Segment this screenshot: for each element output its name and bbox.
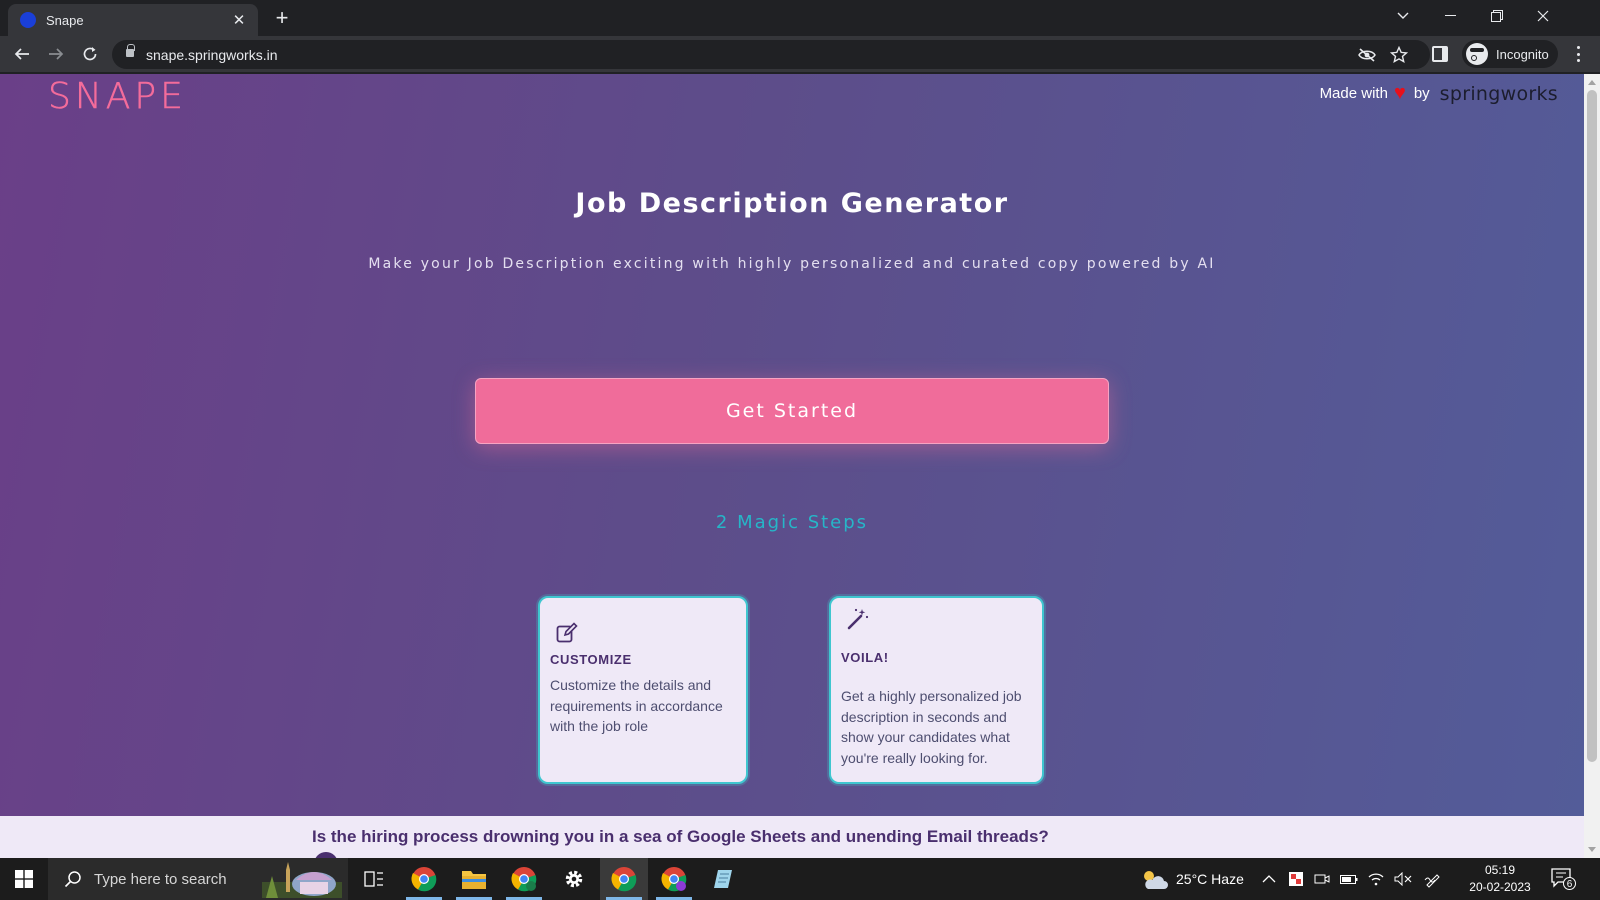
system-tray-icons — [1262, 858, 1442, 900]
tab-title: Snape — [46, 12, 84, 28]
by-label: by — [1413, 85, 1430, 102]
step-description: Customize the details and requirements i… — [550, 677, 723, 734]
incognito-icon — [1466, 43, 1488, 65]
search-highlight-illustration-icon — [262, 862, 342, 898]
eye-slash-icon[interactable] — [1356, 44, 1378, 66]
made-with-label: Made with — [1319, 85, 1388, 102]
page-title: Job Description Generator — [575, 188, 1009, 219]
search-icon — [64, 871, 81, 888]
page-scrollbar[interactable] — [1584, 74, 1600, 858]
taskbar-search-box[interactable]: Type here to search — [48, 858, 348, 900]
back-button[interactable] — [8, 40, 36, 68]
chrome-profile-taskbar-icon[interactable] — [500, 858, 548, 900]
scroll-up-arrow-icon[interactable] — [1588, 80, 1596, 85]
forward-button[interactable] — [42, 40, 70, 68]
weather-widget[interactable]: 25°C Haze — [1140, 858, 1244, 900]
notification-count-badge: 6 — [1563, 877, 1576, 890]
browser-tab[interactable]: Snape ✕ — [8, 4, 258, 36]
close-window-button[interactable] — [1520, 0, 1566, 32]
bookmark-star-icon[interactable] — [1388, 44, 1410, 66]
scrollbar-thumb[interactable] — [1587, 90, 1597, 762]
side-panel-icon[interactable] — [1432, 46, 1448, 62]
springworks-logo[interactable]: springworks — [1440, 83, 1558, 105]
tab-close-icon[interactable]: ✕ — [230, 11, 248, 29]
volume-muted-icon[interactable] — [1394, 872, 1412, 886]
file-explorer-icon[interactable] — [450, 858, 498, 900]
taskbar-clock[interactable]: 05:19 20-02-2023 — [1460, 862, 1540, 896]
security-shield-icon[interactable] — [1288, 871, 1304, 887]
address-bar[interactable]: snape.springworks.in — [112, 40, 1430, 69]
meet-now-icon[interactable] — [1314, 871, 1330, 887]
step-heading: VOILA! — [841, 650, 889, 665]
show-hidden-icons-chevron-icon[interactable] — [1262, 874, 1276, 884]
cloud-sun-icon — [1144, 871, 1168, 889]
pen-workspace-icon[interactable] — [1424, 870, 1442, 888]
settings-gear-icon[interactable] — [550, 858, 598, 900]
notepad-app-icon[interactable] — [700, 858, 748, 900]
incognito-label: Incognito — [1496, 46, 1549, 62]
chrome-secondary-taskbar-icon[interactable] — [650, 858, 698, 900]
clock-date: 20-02-2023 — [1469, 880, 1531, 894]
search-placeholder: Type here to search — [94, 870, 227, 888]
battery-icon[interactable] — [1340, 873, 1358, 885]
get-started-button[interactable]: Get Started — [475, 378, 1109, 444]
site-favicon-icon — [20, 12, 36, 28]
windows-logo-icon — [15, 870, 33, 888]
landing-page: SNAPE Made with ♥ by springworks Job Des… — [0, 74, 1584, 858]
lock-icon[interactable] — [126, 44, 135, 57]
made-with-credit[interactable]: Made with ♥ by springworks — [1320, 82, 1558, 105]
step-description: Get a highly personalized job descriptio… — [841, 688, 1022, 766]
step-card-customize: CUSTOMIZE Customize the details and requ… — [538, 596, 748, 784]
task-view-icon[interactable] — [350, 858, 398, 900]
browser-toolbar: snape.springworks.in Incognito — [0, 36, 1600, 73]
step-card-voila: VOILA! Get a highly personalized job des… — [829, 596, 1044, 784]
reload-button[interactable] — [76, 40, 104, 68]
clock-time: 05:19 — [1484, 863, 1516, 877]
windows-start-button[interactable] — [0, 858, 48, 900]
new-tab-button[interactable]: + — [270, 6, 294, 30]
pain-point-banner: Is the hiring process drowning you in a … — [0, 816, 1584, 858]
browser-menu-icon[interactable] — [1568, 44, 1588, 64]
page-subtitle: Make your Job Description exciting with … — [368, 256, 1216, 272]
chrome-taskbar-icon[interactable] — [400, 858, 448, 900]
url-text[interactable]: snape.springworks.in — [146, 47, 278, 63]
edit-icon — [556, 622, 580, 646]
banner-headline: Is the hiring process drowning you in a … — [312, 827, 1049, 846]
weather-text: 25°C Haze — [1176, 871, 1244, 887]
restore-button[interactable] — [1474, 0, 1520, 32]
minimize-button[interactable] — [1428, 0, 1474, 32]
browser-tab-strip: Snape ✕ + — [0, 0, 1600, 36]
scroll-down-arrow-icon[interactable] — [1588, 847, 1596, 852]
page-viewport: SNAPE Made with ♥ by springworks Job Des… — [0, 74, 1600, 858]
wifi-icon[interactable] — [1368, 872, 1384, 886]
step-heading: CUSTOMIZE — [550, 652, 632, 667]
windows-taskbar: Type here to search 25°C Haze 05:19 20-0… — [0, 858, 1600, 900]
steps-heading: 2 Magic Steps — [715, 512, 869, 533]
heart-icon: ♥ — [1393, 82, 1406, 104]
notification-center-button[interactable]: 6 — [1550, 866, 1576, 892]
incognito-profile-button[interactable]: Incognito — [1462, 40, 1558, 68]
magic-wand-icon — [847, 608, 871, 632]
tab-search-chevron-icon[interactable] — [1380, 0, 1426, 32]
snape-logo[interactable]: SNAPE — [48, 76, 187, 118]
chrome-incognito-taskbar-icon[interactable] — [600, 858, 648, 900]
